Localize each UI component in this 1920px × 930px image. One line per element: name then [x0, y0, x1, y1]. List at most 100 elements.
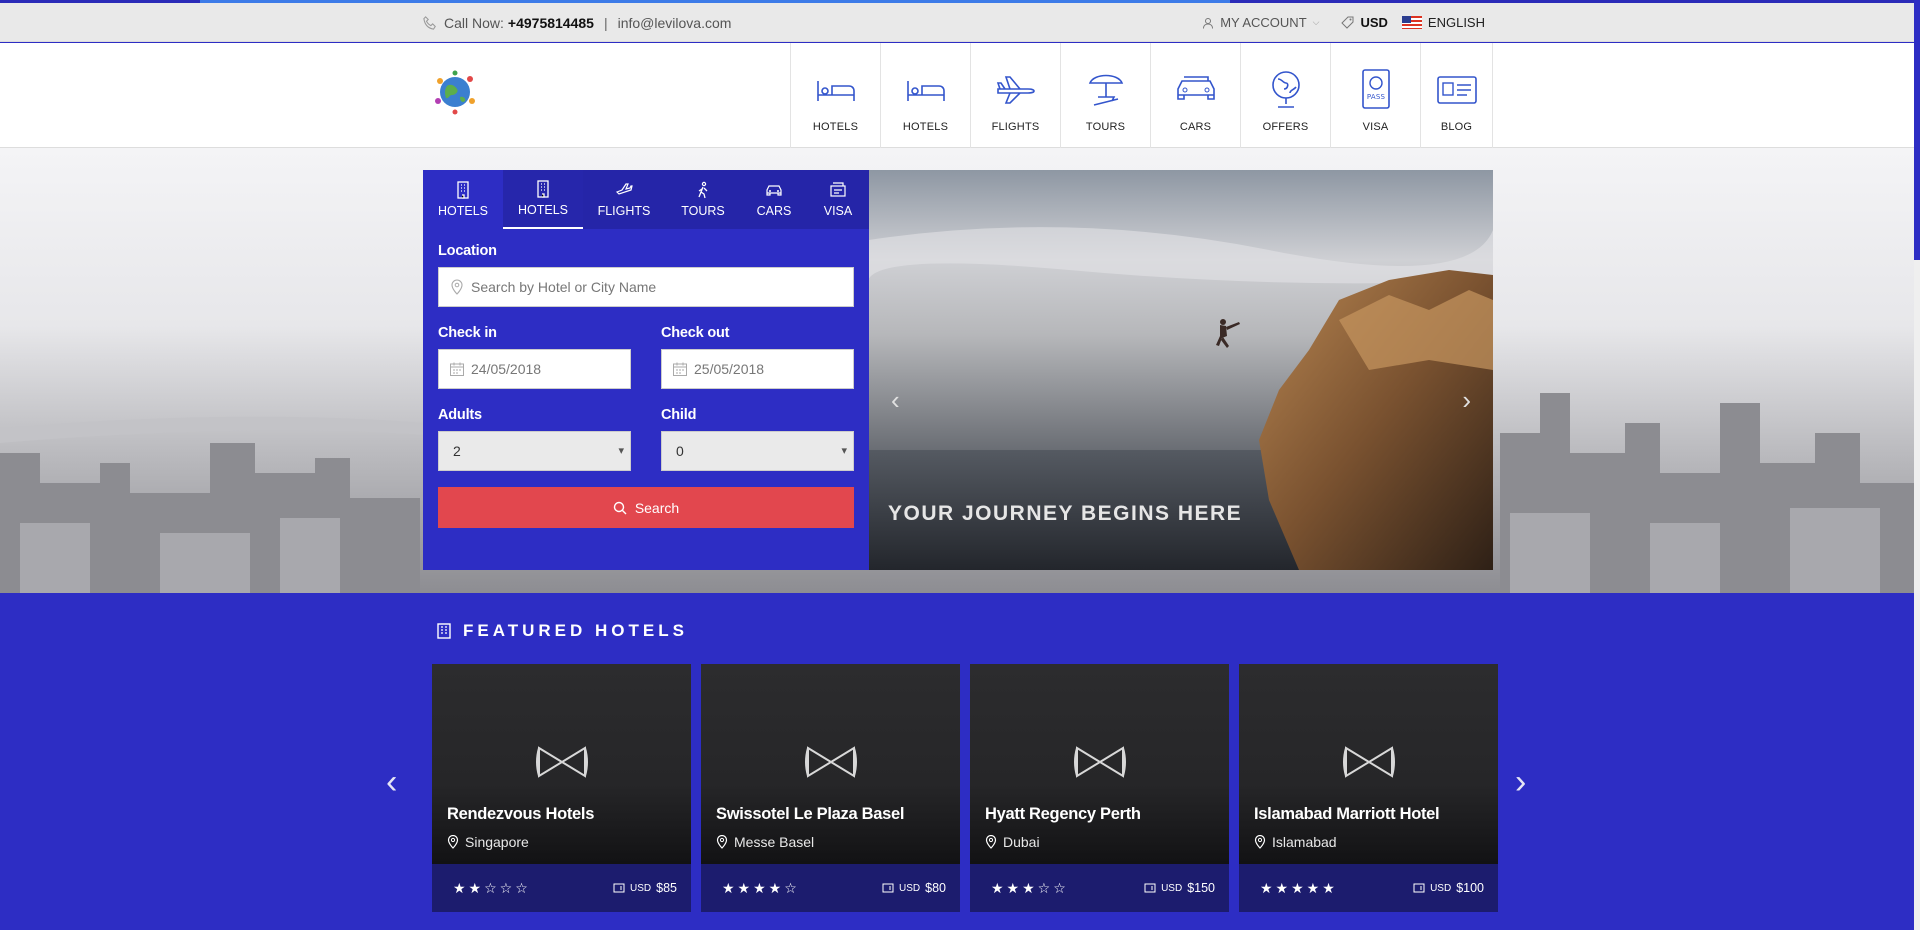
hotel-price: USD $85	[613, 881, 677, 895]
calendar-icon	[673, 362, 687, 376]
tag-icon	[1341, 16, 1354, 29]
price-tag-icon	[882, 883, 894, 893]
building-icon	[457, 181, 469, 199]
user-icon	[1203, 17, 1214, 29]
my-account-menu[interactable]: MY ACCOUNT ⌵	[1202, 15, 1319, 30]
price-tag-icon	[613, 883, 625, 893]
tab-hotels[interactable]: HOTELS	[423, 170, 503, 229]
tab-visa[interactable]: VISA	[807, 170, 869, 229]
email-link[interactable]: info@levilova.com	[618, 15, 732, 31]
plane-icon	[996, 76, 1035, 104]
adults-select[interactable]: 2	[438, 431, 631, 471]
nav-item-visa[interactable]: PASS VISA	[1330, 43, 1420, 148]
globe-logo-icon[interactable]	[432, 69, 478, 115]
checkin-value: 24/05/2018	[471, 361, 542, 377]
checkout-value: 25/05/2018	[694, 361, 765, 377]
hotel-price: USD $80	[882, 881, 946, 895]
featured-hotels-section: FEATURED HOTELS ‹ › Rendezvous Hotels Si…	[0, 593, 1920, 930]
us-flag-icon	[1401, 16, 1422, 29]
star-rating: ★★★★★	[1260, 879, 1338, 896]
visa-icon	[830, 182, 846, 197]
nav-item-flights[interactable]: FLIGHTS	[970, 43, 1060, 148]
map-pin-icon	[451, 279, 463, 295]
beach-umbrella-icon	[1088, 74, 1123, 106]
child-select[interactable]: 0	[661, 431, 854, 471]
tab-cars[interactable]: CARS	[741, 170, 807, 229]
carousel-prev-arrow[interactable]: ‹	[386, 763, 397, 802]
hotel-card[interactable]: Hyatt Regency Perth Dubai ★★★☆☆ USD $150	[970, 664, 1229, 912]
hotel-card-footer: ★★☆☆☆ USD $85	[432, 864, 691, 912]
star-rating: ★★☆☆☆	[453, 879, 531, 896]
tab-flights[interactable]: FLIGHTS	[583, 170, 665, 229]
map-pin-icon	[716, 835, 728, 849]
checkin-date-input[interactable]: 24/05/2018	[438, 349, 631, 389]
location-label: Location	[438, 243, 497, 259]
phone-number[interactable]: +4975814485	[508, 15, 594, 31]
nav-item-offers[interactable]: OFFERS	[1240, 43, 1330, 148]
svg-text:PASS: PASS	[1366, 93, 1385, 101]
search-panel: HOTELS HOTELS FLIGHTS TOURS CARS VISA Lo…	[423, 170, 869, 570]
nav-item-cars[interactable]: CARS	[1150, 43, 1240, 148]
currency-selector[interactable]: USD	[1341, 15, 1388, 30]
hotel-card[interactable]: Swissotel Le Plaza Basel Messe Basel ★★★…	[701, 664, 960, 912]
nav-item-hotels-2[interactable]: HOTELS	[880, 43, 970, 148]
map-pin-icon	[1254, 835, 1266, 849]
hotel-search-form: Location Search by Hotel or City Name Ch…	[423, 229, 869, 528]
price-tag-icon	[1413, 883, 1425, 893]
search-icon	[613, 501, 627, 514]
hotel-location: Singapore	[447, 834, 529, 850]
globe-icon	[1271, 71, 1300, 108]
page-scrollbar[interactable]	[1914, 0, 1920, 930]
slide-caption: YOUR JOURNEY BEGINS HERE	[888, 502, 1243, 525]
checkout-date-input[interactable]: 25/05/2018	[661, 349, 854, 389]
currency-label: USD	[1360, 15, 1388, 30]
nav-item-tours[interactable]: TOURS	[1060, 43, 1150, 148]
chevron-down-icon: ⌵	[1312, 17, 1320, 27]
checkin-label: Check in	[438, 325, 497, 341]
hotel-card-footer: ★★★☆☆ USD $150	[970, 864, 1229, 912]
slider-next-arrow[interactable]: ›	[1462, 385, 1471, 416]
star-rating: ★★★☆☆	[991, 879, 1069, 896]
plane-icon	[615, 183, 633, 195]
my-account-label: MY ACCOUNT	[1220, 15, 1307, 30]
hotel-name: Swissotel Le Plaza Basel	[716, 805, 905, 823]
hotel-card[interactable]: Rendezvous Hotels Singapore ★★☆☆☆ USD $8…	[432, 664, 691, 912]
hotel-price: USD $100	[1413, 881, 1484, 895]
bowtie-placeholder-icon	[805, 746, 857, 778]
hotel-price: USD $150	[1144, 881, 1215, 895]
bowtie-placeholder-icon	[1343, 746, 1395, 778]
location-placeholder: Search by Hotel or City Name	[471, 279, 657, 295]
carousel-next-arrow[interactable]: ›	[1515, 763, 1526, 802]
child-label: Child	[661, 407, 697, 423]
search-button-label: Search	[634, 499, 680, 516]
page-load-progress	[0, 0, 1920, 3]
nav-item-blog[interactable]: BLOG	[1420, 43, 1493, 148]
hotel-cards: Rendezvous Hotels Singapore ★★☆☆☆ USD $8…	[432, 664, 1498, 912]
nav-menu: HOTELS HOTELS FLIGHTS TOURS CARS OFFERS …	[790, 43, 1493, 148]
tab-tours[interactable]: TOURS	[665, 170, 741, 229]
hotel-card-footer: ★★★★★ USD $100	[1239, 864, 1498, 912]
hotel-card[interactable]: Islamabad Marriott Hotel Islamabad ★★★★★…	[1239, 664, 1498, 912]
featured-title-text: FEATURED HOTELS	[463, 621, 688, 640]
language-selector[interactable]: ENGLISH	[1401, 15, 1485, 30]
scrollbar-thumb[interactable]	[1914, 0, 1920, 260]
map-pin-icon	[985, 835, 997, 849]
passport-icon: PASS	[1361, 69, 1390, 109]
hiker-icon	[698, 181, 708, 199]
tab-hotels-active[interactable]: HOTELS	[503, 170, 583, 229]
slider-prev-arrow[interactable]: ‹	[891, 385, 900, 416]
car-icon	[766, 185, 782, 196]
search-button[interactable]: Search	[438, 487, 854, 528]
nav-item-hotels[interactable]: HOTELS	[790, 43, 880, 148]
main-navbar: HOTELS HOTELS FLIGHTS TOURS CARS OFFERS …	[0, 43, 1920, 148]
featured-hotels-heading: FEATURED HOTELS	[437, 621, 688, 641]
map-pin-icon	[447, 835, 459, 849]
hotel-name: Hyatt Regency Perth	[985, 805, 1141, 823]
topbar-separator: |	[603, 14, 608, 31]
location-input[interactable]: Search by Hotel or City Name	[438, 267, 854, 307]
building-icon	[437, 623, 451, 639]
hotel-name: Rendezvous Hotels	[447, 805, 595, 823]
id-card-icon	[1436, 76, 1477, 104]
price-tag-icon	[1144, 883, 1156, 893]
hotel-location: Islamabad	[1254, 834, 1337, 850]
